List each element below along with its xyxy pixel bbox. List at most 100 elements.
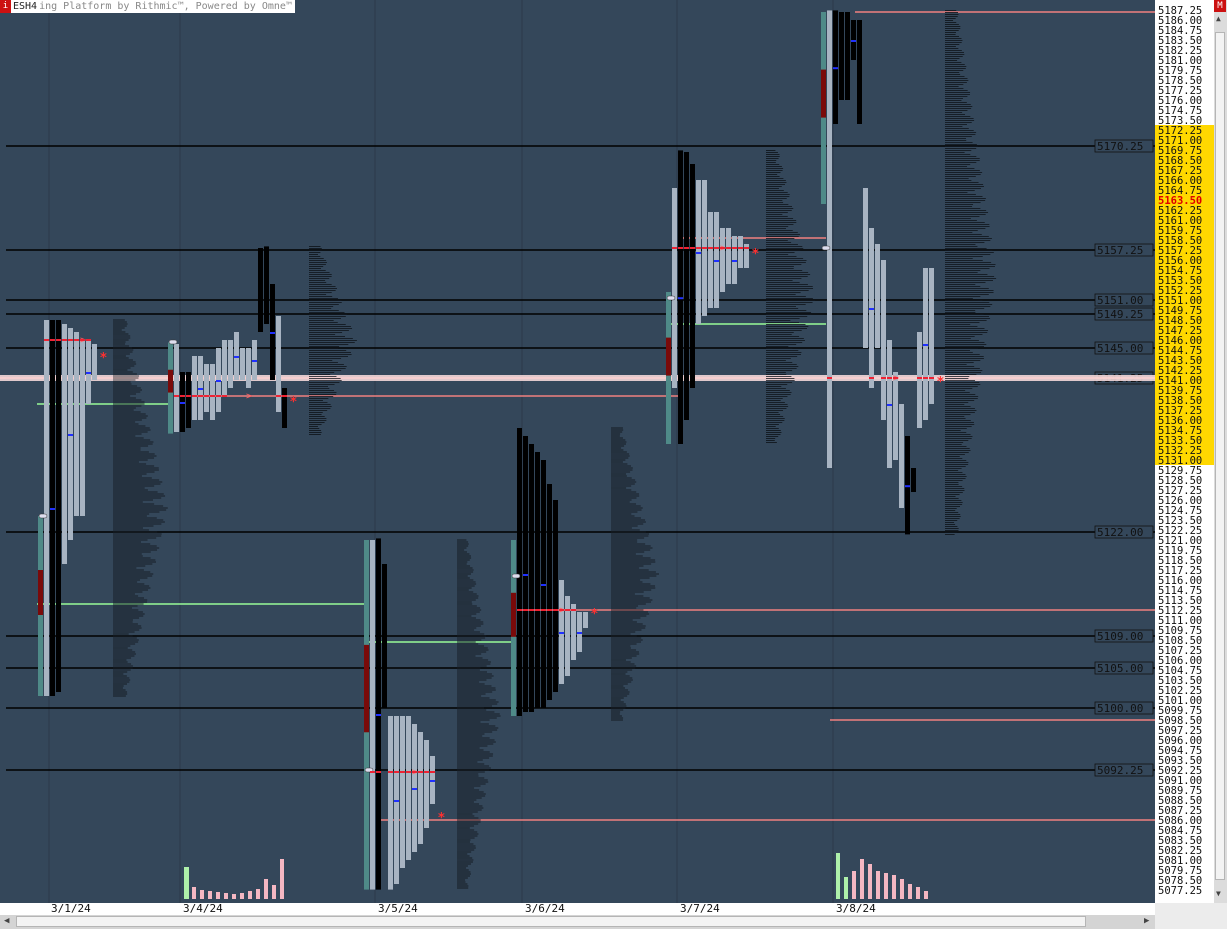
poc-dash <box>881 377 886 379</box>
poc-dash <box>929 377 934 379</box>
scroll-up-icon[interactable]: ▲ <box>1216 14 1221 23</box>
volume-bar-vertical <box>868 864 872 899</box>
horizontal-scroll-thumb[interactable] <box>16 916 1086 927</box>
tpo-column <box>382 564 387 708</box>
session-profile-3: *> <box>364 538 445 890</box>
level-label: 5149.25 <box>1097 308 1143 321</box>
price-tick-label: 5077.25 <box>1158 885 1202 897</box>
level-label: 5105.00 <box>1097 662 1143 675</box>
poc-dash <box>708 247 713 249</box>
vertical-scrollbar[interactable]: M ▲ ▼ <box>1214 0 1227 903</box>
blue-tick <box>394 800 399 802</box>
volume-bar-vertical <box>248 891 252 899</box>
vertical-scroll-thumb[interactable] <box>1215 32 1225 880</box>
blue-tick <box>68 434 73 436</box>
close-marker: * <box>290 395 297 410</box>
chart-canvas[interactable]: 5170.255157.255151.005149.255145.005141.… <box>0 0 1155 903</box>
info-icon[interactable]: i <box>0 0 11 13</box>
date-axis: 3/1/24 3/4/24 3/5/24 3/6/24 3/7/24 3/8/2… <box>0 902 1155 915</box>
close-marker: * <box>438 811 445 826</box>
volume-bar-vertical <box>256 889 260 899</box>
blue-tick <box>541 584 546 586</box>
tpo-column <box>424 740 429 828</box>
volume-bar-vertical <box>240 893 244 899</box>
tpo-column <box>535 452 540 708</box>
volume-bar-vertical <box>184 867 189 899</box>
volume-bar-vertical <box>916 887 920 899</box>
poc-dash <box>216 395 221 397</box>
poc-dash <box>62 339 67 341</box>
open-marker <box>511 573 521 579</box>
date-label: 3/5/24 <box>378 902 418 915</box>
poc-dash <box>400 771 405 773</box>
poc-dash <box>553 609 558 611</box>
poc-dash <box>827 377 832 379</box>
poc-dash <box>744 247 749 249</box>
poc-dash <box>180 395 185 397</box>
blue-tick <box>887 404 892 406</box>
open-marker <box>666 295 676 301</box>
price-axis[interactable]: 5187.25 5186.00 5184.75 5183.50 5182.25 5181.… <box>1155 0 1214 903</box>
ib-red-segment <box>511 592 516 637</box>
poc-dash <box>732 247 737 249</box>
volume-bar-vertical <box>272 885 276 899</box>
ib-red-segment <box>364 644 369 733</box>
scroll-right-icon[interactable]: ▶ <box>1144 916 1149 926</box>
level-label: 5151.00 <box>1097 294 1143 307</box>
symbol-label[interactable]: ESH4 <box>11 0 39 13</box>
blue-tick <box>714 260 719 262</box>
volume-bar-vertical <box>844 877 848 899</box>
blue-tick <box>696 252 701 254</box>
poc-dash <box>198 395 203 397</box>
tpo-column <box>240 348 245 380</box>
poc-dash <box>430 771 435 773</box>
trading-window: 5170.255157.255151.005149.255145.005141.… <box>0 0 1227 929</box>
poc-dash <box>714 247 719 249</box>
tpo-column <box>839 12 844 100</box>
tpo-column <box>863 188 868 348</box>
poc-dash <box>222 395 227 397</box>
level-label: 5122.00 <box>1097 526 1143 539</box>
tpo-column <box>827 10 832 469</box>
blue-tick <box>851 40 856 42</box>
scroll-left-icon[interactable]: ◀ <box>4 916 9 926</box>
tpo-column <box>565 596 570 676</box>
close-marker: * <box>591 607 598 622</box>
poc-arrow: > <box>246 391 252 402</box>
horizontal-scrollbar[interactable]: ◀ ▶ <box>0 915 1155 929</box>
blue-tick <box>732 260 737 262</box>
price-axis-canvas: 5187.255186.005184.755183.505182.255181.… <box>1155 5 1214 897</box>
volume-bar-vertical <box>924 891 928 899</box>
tpo-column <box>62 324 67 564</box>
session-profile-1: *> <box>38 320 107 696</box>
tpo-column <box>708 212 713 308</box>
poc-dash <box>702 247 707 249</box>
scrollbar-corner <box>1155 903 1227 929</box>
blue-tick <box>430 780 435 782</box>
blue-tick <box>234 356 239 358</box>
volume-bar-vertical <box>200 890 204 899</box>
tpo-column <box>738 236 743 268</box>
blue-tick <box>216 380 221 382</box>
poc-dash <box>86 339 91 341</box>
poc-dash <box>406 771 411 773</box>
tpo-column <box>174 344 179 432</box>
close-marker: * <box>100 351 107 366</box>
scroll-down-icon[interactable]: ▼ <box>1216 889 1221 898</box>
blue-tick <box>86 372 91 374</box>
poc-dash <box>68 339 73 341</box>
volume-histogram <box>184 853 928 899</box>
tpo-column <box>929 268 934 404</box>
m-button[interactable]: M <box>1214 0 1226 12</box>
tpo-column <box>899 404 904 508</box>
blue-tick <box>180 402 185 404</box>
poc-dash <box>696 247 701 249</box>
poc-dash <box>690 247 695 249</box>
volume-bar-vertical <box>892 875 896 899</box>
poc-dash <box>370 771 375 773</box>
blue-tick <box>905 485 910 488</box>
tpo-column <box>388 716 393 890</box>
session-profile-2: *> <box>168 246 297 434</box>
volume-bar-vertical <box>884 873 888 899</box>
market-profile-chart[interactable]: 5170.255157.255151.005149.255145.005141.… <box>0 0 1155 903</box>
